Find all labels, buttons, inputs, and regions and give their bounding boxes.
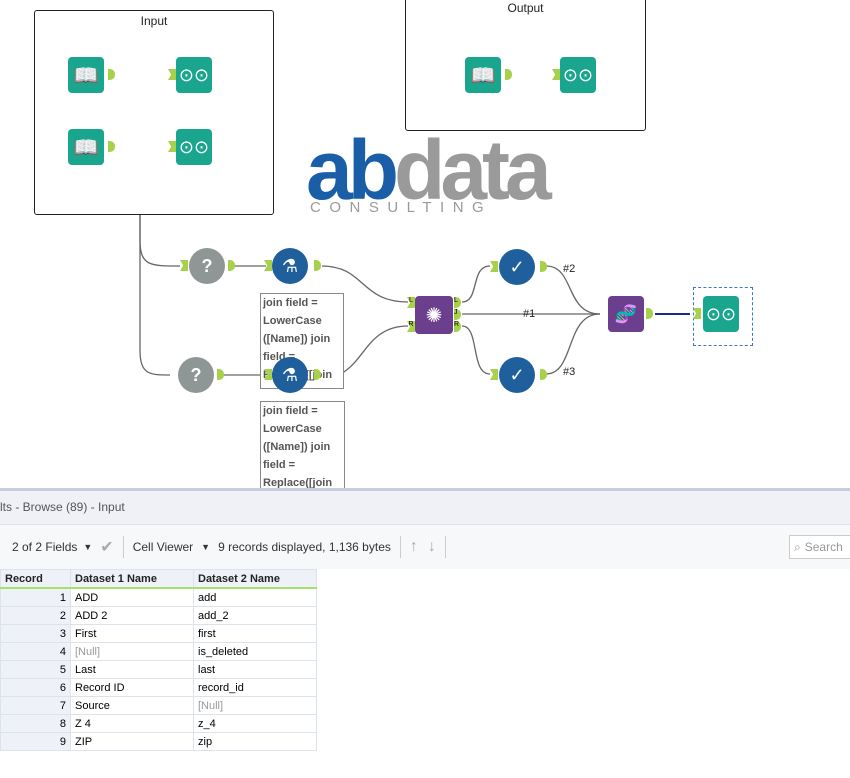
table-row[interactable]: 6 Record ID record_id: [0, 678, 317, 697]
flask-icon: ⚗: [281, 255, 299, 276]
binoculars-icon: ⊙⊙: [562, 64, 594, 85]
table-cell[interactable]: ZIP: [70, 732, 194, 751]
record-cell[interactable]: 1: [0, 587, 71, 607]
table-cell[interactable]: First: [70, 624, 194, 643]
formula-tool[interactable]: ⚗: [272, 357, 308, 393]
table-cell[interactable]: Record ID: [70, 678, 194, 697]
results-title: lts - Browse (89) - Input: [0, 488, 850, 524]
results-table: Record Dataset 1 Name Dataset 2 Name 1 AD…: [0, 569, 317, 751]
browse-tool[interactable]: ⊙⊙: [176, 57, 212, 93]
table-cell[interactable]: Last: [70, 660, 194, 679]
select-tool[interactable]: ✓: [499, 249, 535, 285]
column-header[interactable]: Record: [0, 569, 71, 589]
input-data-tool[interactable]: 📖: [68, 129, 104, 165]
record-cell[interactable]: 4: [0, 642, 71, 661]
binoculars-icon: ⊙⊙: [705, 303, 737, 324]
record-cell[interactable]: 3: [0, 624, 71, 643]
book-icon: 📖: [470, 64, 496, 87]
checkmark-icon[interactable]: ✔: [100, 537, 113, 557]
column-header[interactable]: Dataset 1 Name: [70, 569, 194, 589]
table-cell[interactable]: z_4: [193, 714, 317, 733]
browse-tool[interactable]: ⊙⊙: [560, 57, 596, 93]
connection-label: #2: [563, 263, 576, 275]
input-data-tool[interactable]: 📖: [68, 57, 104, 93]
record-cell[interactable]: 9: [0, 732, 71, 751]
table-row[interactable]: 8Z 4 z_4: [0, 714, 317, 733]
search-input[interactable]: ⌕ Search: [789, 535, 850, 559]
record-cell[interactable]: 2: [0, 606, 71, 625]
table-row[interactable]: 2 ADD 2 add_2: [0, 606, 317, 625]
table-cell[interactable]: record_id: [193, 678, 317, 697]
record-cell[interactable]: 8: [0, 714, 71, 733]
table-cell[interactable]: add_2: [193, 606, 317, 625]
input-data-tool[interactable]: 📖: [465, 57, 501, 93]
results-toolbar: 2 of 2 Fields ▼ ✔ Cell Viewer ▼ 9 record…: [0, 524, 850, 569]
question-icon: ?: [201, 255, 213, 276]
book-icon: 📖: [73, 64, 99, 87]
formula-tool[interactable]: ⚗: [272, 248, 308, 284]
abdata-logo: abdata: [306, 123, 552, 217]
table-row[interactable]: 4 [Null] is_deleted: [0, 642, 317, 661]
union-tool[interactable]: 🧬: [608, 296, 644, 332]
input-container[interactable]: Input: [34, 10, 274, 215]
search-icon: ⌕: [794, 539, 801, 554]
browse-tool[interactable]: ⊙⊙: [703, 296, 739, 332]
dynamic-input-tool[interactable]: ?: [178, 357, 214, 393]
table-row[interactable]: 1 ADD add: [0, 587, 317, 607]
network-icon: ✺: [425, 304, 443, 327]
table-cell[interactable]: zip: [193, 732, 317, 751]
table-cell[interactable]: last: [193, 660, 317, 679]
record-cell[interactable]: 5: [0, 660, 71, 679]
book-icon: 📖: [73, 136, 99, 159]
arrow-up-icon[interactable]: ↑: [410, 538, 418, 556]
connection-label: #3: [563, 366, 576, 378]
dynamic-input-tool[interactable]: ?: [189, 248, 225, 284]
table-cell[interactable]: first: [193, 624, 317, 643]
fields-dropdown[interactable]: 2 of 2 Fields: [12, 540, 77, 554]
column-header[interactable]: Dataset 2 Name: [193, 569, 317, 589]
container-title: Input: [140, 14, 168, 28]
results-panel: lts - Browse (89) - Input 2 of 2 Fields …: [0, 488, 850, 778]
output-container[interactable]: Output: [405, 0, 646, 131]
dna-icon: 🧬: [614, 303, 638, 324]
table-cell[interactable]: is_deleted: [193, 642, 317, 661]
table-cell[interactable]: ADD: [70, 587, 194, 607]
table-cell[interactable]: [Null]: [193, 696, 317, 715]
binoculars-icon: ⊙⊙: [178, 136, 210, 157]
table-cell[interactable]: Source: [70, 696, 194, 715]
annotation: join field = LowerCase ([Name]) join fie…: [260, 401, 345, 490]
table-row[interactable]: 3 First first: [0, 624, 317, 643]
cell-viewer-dropdown[interactable]: Cell Viewer: [133, 540, 193, 554]
table-row[interactable]: 7 Source [Null]: [0, 696, 317, 715]
browse-tool[interactable]: ⊙⊙: [176, 129, 212, 165]
logo-subtitle: CONSULTING: [310, 199, 493, 216]
table-cell[interactable]: [Null]: [70, 642, 194, 661]
select-tool[interactable]: ✓: [499, 357, 535, 393]
table-cell[interactable]: ADD 2: [70, 606, 194, 625]
flask-icon: ⚗: [281, 364, 299, 385]
join-tool[interactable]: ✺: [415, 296, 453, 334]
table-cell[interactable]: Z 4: [70, 714, 194, 733]
records-status: 9 records displayed, 1,136 bytes: [218, 540, 391, 554]
table-row[interactable]: 5 Last last: [0, 660, 317, 679]
check-icon: ✓: [509, 364, 525, 385]
container-title: Output: [507, 1, 544, 15]
check-icon: ✓: [509, 256, 525, 277]
record-cell[interactable]: 7: [0, 696, 71, 715]
chevron-down-icon[interactable]: ▼: [83, 542, 92, 552]
chevron-down-icon[interactable]: ▼: [201, 542, 210, 552]
record-cell[interactable]: 6: [0, 678, 71, 697]
table-row[interactable]: 9 ZIP zip: [0, 732, 317, 751]
connection-label: #1: [523, 308, 536, 320]
table-cell[interactable]: add: [193, 587, 317, 607]
arrow-down-icon[interactable]: ↓: [428, 538, 436, 556]
binoculars-icon: ⊙⊙: [178, 64, 210, 85]
question-icon: ?: [190, 364, 202, 385]
